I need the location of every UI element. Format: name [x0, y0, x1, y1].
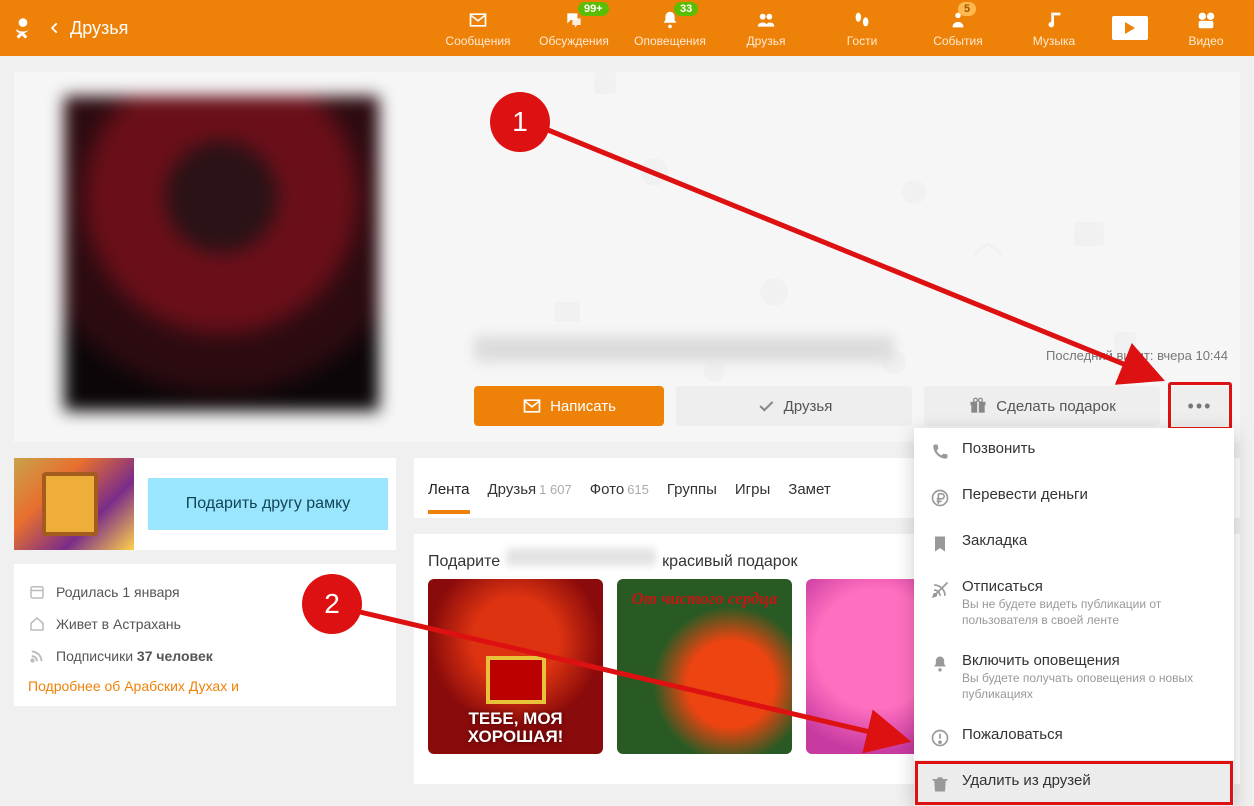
tab-Замет[interactable]: Замет [788, 463, 830, 514]
gift-card-2[interactable]: От чистого сердца [617, 579, 792, 754]
friends-icon [753, 8, 779, 32]
nav-mail[interactable]: Сообщения [430, 0, 526, 56]
info-location: Живет в Астрахань [28, 608, 382, 640]
nav-footsteps[interactable]: Гости [814, 0, 910, 56]
menu-Отписаться[interactable]: ОтписатьсяВы не будете видеть публикации… [914, 566, 1234, 640]
write-message-button[interactable]: Написать [474, 386, 664, 426]
friends-status-button[interactable]: Друзья [676, 386, 912, 426]
trash-icon [930, 772, 950, 794]
profile-more-link[interactable]: Подробнее об Арабских Духах и [28, 672, 382, 694]
promo-text: Подарить другу рамку [148, 478, 388, 530]
last-visit-text: Последний визит: вчера 10:44 [1046, 348, 1228, 363]
gift-recipient-name [506, 548, 656, 566]
menu-Включить-оповещения[interactable]: Включить оповещенияВы будете получать оп… [914, 640, 1234, 714]
check-icon [756, 396, 776, 416]
info-birthday: Родилась 1 января [28, 576, 382, 608]
mail-icon [522, 396, 542, 416]
menu-Перевести-деньги[interactable]: Перевести деньги [914, 474, 1234, 520]
ruble-icon [930, 486, 950, 508]
music-icon [1043, 8, 1065, 32]
profile-cover: Последний визит: вчера 10:44 Написать Др… [14, 72, 1240, 442]
gift-title-post: красивый подарок [662, 553, 797, 571]
nav-chat[interactable]: Обсуждения99+ [526, 0, 622, 56]
nav-music[interactable]: Музыка [1006, 0, 1102, 56]
promo-image [14, 458, 134, 550]
nav-badge: 99+ [578, 2, 609, 16]
menu-Пожаловаться[interactable]: Пожаловаться [914, 714, 1234, 760]
dots-icon: ••• [1188, 396, 1213, 417]
top-nav: Друзья СообщенияОбсуждения99+Оповещения3… [0, 0, 1254, 56]
nav-play[interactable] [1102, 0, 1158, 56]
gift-frame-promo[interactable]: Подарить другу рамку [14, 458, 396, 550]
tab-Игры[interactable]: Игры [735, 463, 770, 514]
mail-icon [466, 8, 490, 32]
page-title: Друзья [70, 18, 128, 39]
nav-friends[interactable]: Друзья [718, 0, 814, 56]
nav-bell[interactable]: Оповещения33 [622, 0, 718, 56]
rss-icon [28, 646, 46, 666]
bell-icon [930, 652, 950, 674]
info-subscribers[interactable]: Подписчики 37 человек [28, 640, 382, 672]
tab-Группы[interactable]: Группы [667, 463, 717, 514]
calendar-icon [28, 582, 46, 602]
tab-Друзья[interactable]: Друзья1 607 [488, 463, 572, 514]
menu-Позвонить[interactable]: Позвонить [914, 428, 1234, 474]
footsteps-icon [851, 8, 873, 32]
report-icon [930, 726, 950, 748]
send-gift-button[interactable]: Сделать подарок [924, 386, 1160, 426]
ok-logo[interactable] [0, 15, 46, 41]
gift-card-1[interactable]: ТЕБЕ, МОЯ ХОРОШАЯ! [428, 579, 603, 754]
gift-icon [968, 396, 988, 416]
nav-events[interactable]: События5 [910, 0, 1006, 56]
nav-badge: 5 [958, 2, 976, 16]
profile-info-card: Родилась 1 января Живет в Астрахань Подп… [14, 564, 396, 706]
home-icon [28, 614, 46, 634]
more-actions-dropdown: ПозвонитьПеревести деньгиЗакладкаОтписат… [914, 428, 1234, 806]
menu-Закладка[interactable]: Закладка [914, 520, 1234, 566]
play-icon [1112, 16, 1148, 40]
video-icon [1193, 8, 1219, 32]
phone-icon [930, 440, 950, 462]
nav-badge: 33 [674, 2, 698, 16]
tab-Лента[interactable]: Лента [428, 463, 470, 514]
tab-Фото[interactable]: Фото615 [590, 463, 649, 514]
more-actions-button[interactable]: ••• [1172, 386, 1228, 426]
unsubscribe-icon [930, 578, 950, 600]
profile-name [474, 336, 894, 362]
profile-avatar[interactable] [64, 96, 379, 411]
back-icon[interactable] [46, 18, 64, 38]
nav-video[interactable]: Видео [1158, 0, 1254, 56]
gift-title-pre: Подарите [428, 553, 500, 571]
menu-Удалить-из-друзей[interactable]: Удалить из друзей [914, 760, 1234, 806]
bookmark-icon [930, 532, 950, 554]
